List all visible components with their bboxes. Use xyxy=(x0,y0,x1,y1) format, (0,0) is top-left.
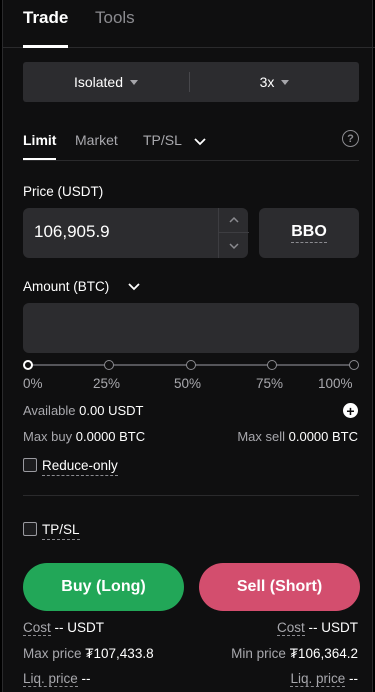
leverage-label: 3x xyxy=(259,74,275,90)
max-buy: Max buy 0.0000 BTC xyxy=(23,429,146,444)
available-balance: Available 0.00 USDT xyxy=(23,403,144,418)
max-sell: Max sell 0.0000 BTC xyxy=(237,429,358,444)
slider-label-50: 50% xyxy=(174,376,202,391)
buy-cost: Cost -- USDT xyxy=(23,620,105,636)
tab-limit[interactable]: Limit xyxy=(23,132,56,148)
amount-slider[interactable] xyxy=(23,358,359,372)
price-label: Price (USDT) xyxy=(23,184,104,199)
buy-max-price: Max price ₮107,433.8 xyxy=(23,646,154,661)
amount-label: Amount (BTC) xyxy=(23,279,110,294)
chevron-down-icon xyxy=(128,283,140,291)
slider-label-100: 100% xyxy=(318,376,353,391)
amount-input[interactable] xyxy=(23,303,359,353)
sell-min-price: Min price ₮106,364.2 xyxy=(231,646,358,661)
price-value: 106,905.9 xyxy=(34,222,110,241)
caret-down-icon xyxy=(281,80,290,85)
reduce-only-label: Reduce-only xyxy=(42,458,118,476)
order-type-tabs: Limit Market TP/SL ? xyxy=(23,128,359,161)
chevron-down-icon xyxy=(229,242,239,249)
slider-mark-50[interactable] xyxy=(186,360,196,370)
slider-mark-100[interactable] xyxy=(349,360,359,370)
price-stepper xyxy=(218,208,249,258)
margin-leverage-bar: Isolated 3x xyxy=(23,62,359,102)
tpsl-label: TP/SL xyxy=(42,522,80,540)
tab-underline xyxy=(23,45,68,48)
caret-down-icon xyxy=(130,80,139,85)
slider-label-75: 75% xyxy=(256,376,284,391)
order-tab-underline xyxy=(23,158,56,160)
tpsl-checkbox[interactable] xyxy=(23,522,37,536)
chevron-up-icon xyxy=(229,216,239,223)
tab-tpsl-label: TP/SL xyxy=(143,132,182,148)
price-input[interactable]: 106,905.9 xyxy=(23,208,249,258)
trade-panel: Trade Tools Isolated 3x Limit Market TP/… xyxy=(2,0,375,692)
buy-long-button[interactable]: Buy (Long) xyxy=(23,563,184,611)
top-tabs: Trade Tools xyxy=(3,0,375,48)
price-increment-button[interactable] xyxy=(219,208,249,233)
leverage-select[interactable]: 3x xyxy=(190,62,359,102)
tab-tpsl[interactable]: TP/SL xyxy=(143,132,206,148)
buy-liq-price: Liq. price -- xyxy=(23,671,91,687)
slider-handle[interactable] xyxy=(23,360,33,370)
tab-trade[interactable]: Trade xyxy=(23,8,68,28)
chevron-down-icon xyxy=(194,138,206,146)
sell-cost: Cost -- USDT xyxy=(276,620,358,636)
slider-mark-25[interactable] xyxy=(104,360,114,370)
slider-mark-75[interactable] xyxy=(267,360,277,370)
sell-short-button[interactable]: Sell (Short) xyxy=(199,563,360,611)
amount-unit-select[interactable]: Amount (BTC) xyxy=(23,279,140,294)
add-funds-icon[interactable]: + xyxy=(343,403,358,418)
divider xyxy=(23,495,359,496)
tab-tools[interactable]: Tools xyxy=(95,8,135,28)
price-decrement-button[interactable] xyxy=(219,233,249,258)
margin-mode-select[interactable]: Isolated xyxy=(23,62,189,102)
bbo-label: BBO xyxy=(291,223,327,243)
slider-label-25: 25% xyxy=(93,376,121,391)
tab-market[interactable]: Market xyxy=(75,132,118,148)
margin-mode-label: Isolated xyxy=(73,74,124,90)
sell-liq-price: Liq. price -- xyxy=(290,671,358,687)
help-icon[interactable]: ? xyxy=(342,130,359,147)
reduce-only-checkbox[interactable] xyxy=(23,458,37,472)
bbo-button[interactable]: BBO xyxy=(259,208,359,258)
slider-label-0: 0% xyxy=(23,376,43,391)
